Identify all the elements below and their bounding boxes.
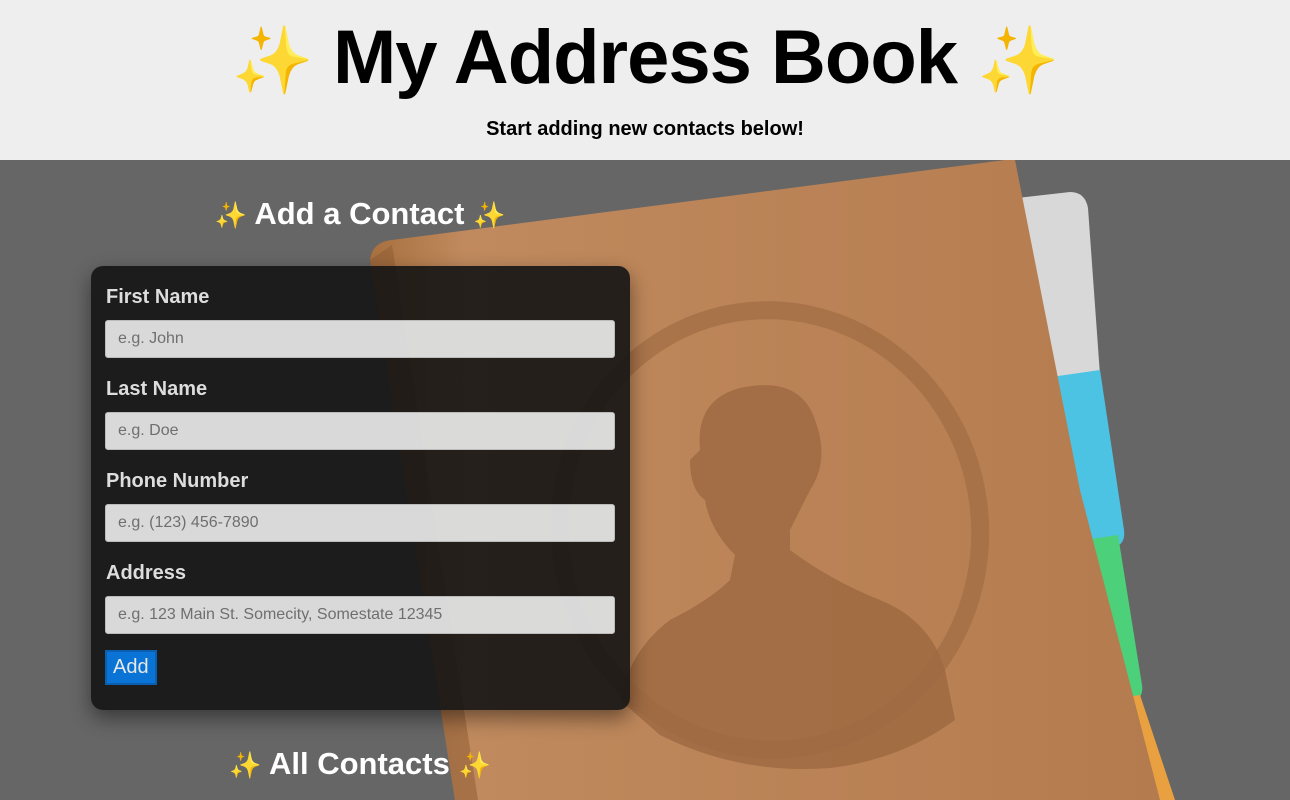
sparkle-icon: ✨	[214, 200, 247, 230]
page-header: ✨ My Address Book ✨ Start adding new con…	[0, 0, 1290, 160]
add-contact-heading-text: Add a Contact	[254, 196, 465, 231]
sparkle-icon: ✨	[229, 750, 262, 780]
sparkle-icon: ✨	[977, 23, 1059, 97]
add-contact-heading: ✨ Add a Contact ✨	[80, 196, 640, 232]
sparkle-icon: ✨	[473, 200, 506, 230]
phone-number-input[interactable]	[105, 504, 615, 542]
last-name-label: Last Name	[106, 378, 208, 400]
sparkle-icon: ✨	[231, 23, 314, 97]
add-contact-form: First Name Last Name Phone Number Addres…	[91, 266, 630, 710]
all-contacts-heading: ✨ All Contacts ✨	[80, 746, 640, 782]
address-label: Address	[106, 562, 187, 584]
address-input[interactable]	[105, 596, 615, 634]
page-title: ✨ My Address Book ✨	[0, 14, 1290, 101]
first-name-input[interactable]	[105, 320, 615, 358]
page-title-text: My Address Book	[332, 15, 958, 100]
first-name-label: First Name	[106, 286, 210, 308]
add-button[interactable]: Add	[105, 650, 157, 685]
phone-number-label: Phone Number	[106, 470, 249, 492]
sparkle-icon: ✨	[458, 750, 491, 780]
all-contacts-heading-text: All Contacts	[268, 746, 450, 781]
last-name-input[interactable]	[105, 412, 615, 450]
page-subtitle: Start adding new contacts below!	[486, 118, 804, 140]
